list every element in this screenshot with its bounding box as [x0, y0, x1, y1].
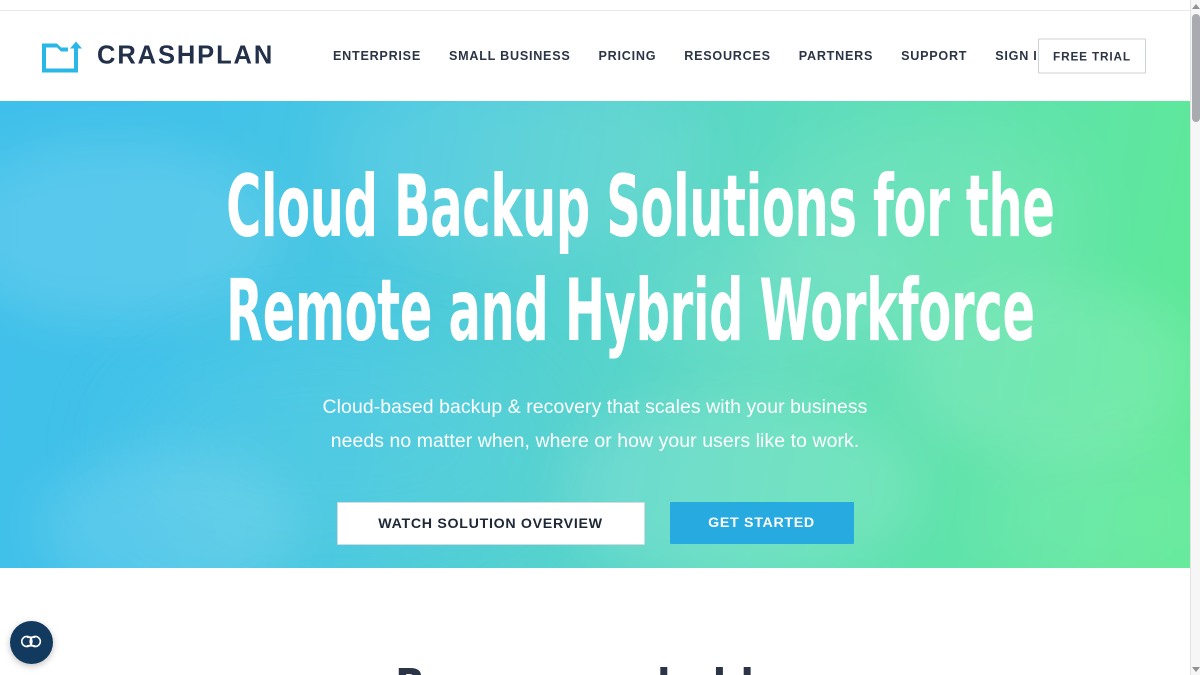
site-header: CRASHPLAN ENTERPRISE SMALL BUSINESS PRIC… [0, 11, 1190, 101]
nav-item-partners[interactable]: PARTNERS [799, 41, 873, 71]
below-hero-section: Recommended by [0, 568, 1190, 675]
hero-content: Cloud Backup Solutions for the Remote an… [0, 101, 1190, 568]
scrollbar-thumb[interactable] [1192, 14, 1200, 122]
hero-headline-line-2: Remote and Hybrid Workforce [226, 261, 1035, 361]
hero-headline-line-1: Cloud Backup Solutions for the [226, 157, 1055, 257]
free-trial-button[interactable]: FREE TRIAL [1038, 38, 1146, 74]
nav-item-enterprise[interactable]: ENTERPRISE [333, 41, 421, 71]
scroll-down-arrow[interactable] [1191, 663, 1200, 675]
brand-wordmark: CRASHPLAN [97, 41, 275, 70]
nav-item-pricing[interactable]: PRICING [599, 41, 657, 71]
hero-section: Cloud Backup Solutions for the Remote an… [0, 101, 1190, 568]
folder-upload-icon [40, 40, 86, 73]
nav-item-support[interactable]: SUPPORT [901, 41, 967, 71]
scroll-up-arrow[interactable] [1191, 0, 1200, 12]
hero-cta-group: WATCH SOLUTION OVERVIEW GET STARTED [0, 502, 1190, 545]
nav-item-small-business[interactable]: SMALL BUSINESS [449, 41, 571, 71]
hero-subheadline: Cloud-based backup & recovery that scale… [0, 391, 1190, 458]
watch-solution-overview-button[interactable]: WATCH SOLUTION OVERVIEW [336, 502, 645, 545]
page-viewport: CRASHPLAN ENTERPRISE SMALL BUSINESS PRIC… [0, 0, 1190, 675]
hero-headline: Cloud Backup Solutions for the Remote an… [226, 155, 1055, 363]
browser-page: CRASHPLAN ENTERPRISE SMALL BUSINESS PRIC… [0, 0, 1200, 675]
brand-logo-link[interactable]: CRASHPLAN [40, 40, 274, 73]
hero-subheadline-line-1: Cloud-based backup & recovery that scale… [322, 396, 868, 418]
accessibility-icon [19, 634, 44, 652]
hero-subheadline-line-2: needs no matter when, where or how your … [330, 429, 860, 452]
vertical-scrollbar[interactable] [1190, 0, 1200, 675]
get-started-button[interactable]: GET STARTED [669, 502, 854, 544]
main-navigation: ENTERPRISE SMALL BUSINESS PRICING RESOUR… [333, 41, 1047, 71]
nav-item-resources[interactable]: RESOURCES [684, 41, 771, 71]
recommended-by-heading: Recommended by [0, 660, 1190, 675]
accessibility-widget-button[interactable] [10, 621, 53, 664]
